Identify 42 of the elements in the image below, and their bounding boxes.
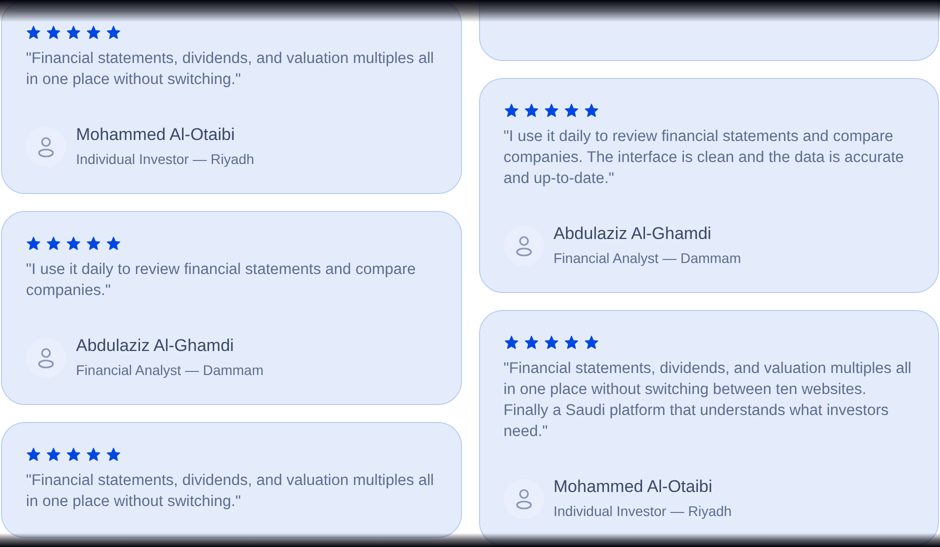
star-icon xyxy=(524,103,538,118)
reviewer-role: Individual Investor — Riyadh xyxy=(554,503,732,520)
star-icon xyxy=(544,103,558,118)
star-icon xyxy=(26,447,41,462)
reviewer-role: Individual Investor — Riyadh xyxy=(76,151,254,168)
star-icon xyxy=(544,335,558,350)
reviewer-role: Financial Analyst — Dammam xyxy=(554,250,742,267)
review-quote: "Financial statements, dividends, and valuation multiples all in one place without switching." xyxy=(26,471,435,512)
star-icon xyxy=(584,103,598,118)
star-icon xyxy=(504,103,518,118)
reviewer-name: Mohammed Al-Otaibi xyxy=(554,477,714,497)
star-icon xyxy=(106,25,121,40)
star-icon xyxy=(564,103,578,118)
star-icon xyxy=(46,236,61,251)
review-quote: "Financial statements, dividends, and valuation multiples all in one place without switching." xyxy=(26,49,435,90)
star-icon xyxy=(86,25,101,40)
reviewer-name: Mohammed Al-Otaibi xyxy=(76,125,236,145)
person-icon xyxy=(36,136,56,158)
star-icon xyxy=(66,447,81,462)
star-icon xyxy=(504,335,518,350)
star-icon xyxy=(66,25,81,40)
star-icon xyxy=(86,447,101,462)
person-icon xyxy=(514,488,534,510)
reviewer-name: Abdulaziz Al-Ghamdi xyxy=(76,336,235,356)
star-icon xyxy=(564,335,578,350)
person-icon xyxy=(36,346,56,368)
star-icon xyxy=(26,25,41,40)
review-quote: "Financial statements, dividends, and valuation multiples all in one place without switching between ten websites. Finally a Saudi platform that understands what investors need." xyxy=(504,359,912,442)
reviewer-name: Abdulaziz Al-Ghamdi xyxy=(554,224,712,244)
star-icon xyxy=(584,335,598,350)
star-icon xyxy=(46,447,61,462)
star-icon xyxy=(86,236,101,251)
star-icon xyxy=(26,236,41,251)
star-icon xyxy=(524,335,538,350)
star-icon xyxy=(66,236,81,251)
star-icon xyxy=(106,447,121,462)
reviewer-role: Financial Analyst — Dammam xyxy=(76,362,264,379)
person-icon xyxy=(514,234,534,256)
review-quote: "I use it daily to review financial statements and compare companies." xyxy=(26,260,417,301)
star-icon xyxy=(46,25,61,40)
star-icon xyxy=(106,236,121,251)
review-quote: "I use it daily to review financial statements and compare companies. The interface is clean and the data is accurate and up-to-date." xyxy=(504,127,905,189)
